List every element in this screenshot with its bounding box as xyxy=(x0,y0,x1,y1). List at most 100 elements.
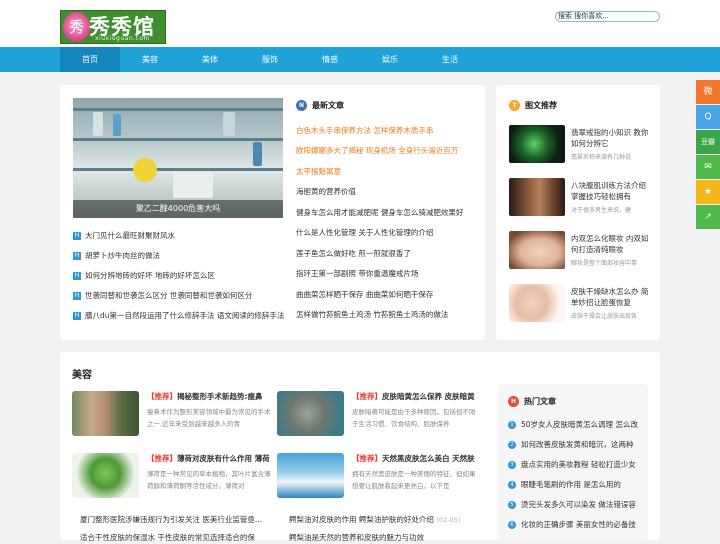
featured-slide[interactable]: 聚乙二醇4000危害大吗 xyxy=(73,98,283,218)
latest-item[interactable]: 怎样做竹荪鲩鱼土鸡汤 竹荪鲩鱼土鸡汤的做法 xyxy=(296,309,486,321)
beauty-link[interactable]: 适合干性皮肤的保湿水 干性皮肤的常见选择适合的保 xyxy=(80,532,270,544)
dry-skin-thumb xyxy=(509,284,565,322)
list-item[interactable]: H 如何分辨地砖的好坏 地砖的好坏怎么区 xyxy=(73,270,293,282)
site-header: 秀 秀秀馆 xiuxiuguan.com 搜索 搜你喜欢... xyxy=(0,0,720,47)
picture-rec-item-title: 皮肤干燥缺水怎么办 简单妙招让脸蛋恢复 xyxy=(571,287,649,307)
picture-rec-title: T 图文推荐 xyxy=(509,100,557,111)
article-date: (02-05) xyxy=(436,516,461,524)
nav-item-life[interactable]: 生活 xyxy=(420,47,480,72)
shelf-line xyxy=(73,108,283,111)
nav-item-home[interactable]: 首页 xyxy=(60,47,120,72)
picture-rec-item-desc: 皮肤干燥会让皮肤出现各 xyxy=(571,313,638,320)
beauty-article[interactable]: 【推荐】薄荷对皮肤有什么作用 薄荷 薄荷是一种常见的草本植物，其叶片富含薄荷醇和… xyxy=(72,453,277,503)
beauty-article-desc: 瘦鼻术作为整形美容领域中最为常见的手术之一,近年来受到越来越多人的青 xyxy=(147,408,271,428)
logo-domain: xiuxiuguan.com xyxy=(95,35,150,42)
nav-item-entertainment[interactable]: 娱乐 xyxy=(360,47,420,72)
nav-item-fashion[interactable]: 服饰 xyxy=(240,47,300,72)
site-logo[interactable]: 秀 秀秀馆 xiuxiuguan.com xyxy=(60,10,166,44)
yellow-ball xyxy=(133,158,157,182)
hot-item[interactable]: 5 烫完头发多久可以染发 做法错误容 xyxy=(508,499,648,511)
latest-item[interactable]: 莲子鱼怎么做好吃 煎一煎就很香了 xyxy=(296,248,486,260)
latest-item[interactable]: 健身车怎么用才能减肥呢 健身车怎么骑减肥效果好 xyxy=(296,207,486,219)
wechat-icon[interactable]: ✉ xyxy=(696,155,720,179)
beauty-article-title: 【推荐】天然黑皮肤怎么美白 天然肤 xyxy=(352,454,475,463)
container-shape xyxy=(173,172,213,198)
hot-item[interactable]: 3 盘点实用的美妆教程 轻松打造少女 xyxy=(508,459,648,471)
nav-item-beauty[interactable]: 美容 xyxy=(120,47,180,72)
rank-badge: 1 xyxy=(508,421,516,429)
beauty-article-title: 【推荐】皮肤暗黄怎么保养 皮肤暗黄 xyxy=(352,392,475,401)
beauty-link[interactable]: 鳄梨油对皮肤的作用 鳄梨油护肤的好处介绍 (02-05) xyxy=(289,514,479,526)
hot-item[interactable]: 4 眼睫毛笔刷的作用 是怎么用的 xyxy=(508,479,648,491)
main-nav: 首页 美容 美体 服饰 情感 娱乐 生活 xyxy=(0,47,720,72)
hot-item[interactable]: 6 化妆的正确步骤 美丽女性的必备技 xyxy=(508,519,648,531)
picture-rec-item-title: 翡翠戒指的小知识 教你如何分辨它 xyxy=(571,128,649,148)
beauty-article-desc: 拥有天然黑皮肤是一种美丽的特征，但如果想要让肌肤看起来更亮白，以下是 xyxy=(352,470,476,490)
qq-icon[interactable]: Q xyxy=(696,105,720,129)
list-item[interactable]: H 大门见什么最旺财聚财风水 xyxy=(73,230,293,242)
latest-item[interactable]: 太平猴魁寓意 xyxy=(296,166,486,178)
rank-badge: 2 xyxy=(508,441,516,449)
mint-thumb xyxy=(72,453,139,498)
picture-rec-item-title: 八块腹肌训练方法介绍 掌握技巧轻松拥有 xyxy=(571,181,646,201)
slide-caption: 聚乙二醇4000危害大吗 xyxy=(73,200,283,218)
hot-item[interactable]: 2 如何改善皮肤发黄和暗沉，这两种 xyxy=(508,439,648,451)
hot-item[interactable]: 1 50岁女人皮肤暗黄怎么调理 怎么改 xyxy=(508,419,648,431)
beauty-article[interactable]: 【推荐】皮肤暗黄怎么保养 皮肤暗黄 皮肤暗黄可能是由于多种原因，包括但不限于生活… xyxy=(277,391,482,441)
bottle-shape xyxy=(93,112,103,136)
list-item[interactable]: H 胡萝卜炒牛肉丝的做法 xyxy=(73,250,293,262)
beauty-article-title: 【推荐】薄荷对皮肤有什么作用 薄荷 xyxy=(147,454,270,463)
latest-item[interactable]: 什么是人性化管理 关于人性化管理的介绍 xyxy=(296,227,486,239)
rank-badge: 3 xyxy=(508,461,516,469)
list-item[interactable]: H 世袭同替和世袭怎么区分 世袭同替和世袭如何区分 xyxy=(73,290,293,302)
latest-item[interactable]: 曲曲菜怎样晒干保存 曲曲菜如何晒干保存 xyxy=(296,289,486,301)
flower-icon: 秀 xyxy=(63,12,90,42)
beauty-link[interactable]: 厦门整形医院涉嫌违规行为引发关注 医美行业监管亟... xyxy=(80,514,270,526)
picture-rec-item-desc: 对于很多男生来说，健 xyxy=(571,207,632,214)
picture-rec-item-desc: 眼妆是整个面部妆容中靠 xyxy=(571,260,638,267)
shelf-line xyxy=(73,168,283,171)
beauty-link[interactable]: 鳄梨油是天然的营养和皮肤的魅力与功效 xyxy=(289,532,479,544)
jade-ring-thumb xyxy=(509,125,565,163)
h-icon: H xyxy=(73,292,81,300)
abs-thumb xyxy=(509,178,565,216)
beauty-article-desc: 薄荷是一种常见的草本植物，其叶片富含薄荷醇和薄荷酮等活性成分。薄荷对 xyxy=(147,470,271,490)
h-icon: H xyxy=(73,312,81,320)
weibo-icon[interactable]: 微 xyxy=(696,80,720,104)
list-item[interactable]: H 膳八du第一自然段运用了什么修辞手法 语文阅读的修辞手法 xyxy=(73,310,293,322)
latest-item[interactable]: 欧阳娜娜多大了揭秘 现身机场 全身行头逼近百万 xyxy=(296,145,486,157)
picture-rec-item[interactable]: 翡翠戒指的小知识 教你如何分辨它 翡翠名称来源有几种说 xyxy=(509,125,649,170)
h-circle-icon: H xyxy=(508,396,519,407)
rank-badge: 6 xyxy=(508,521,516,529)
beauty-title: 美容 xyxy=(72,370,92,381)
picture-rec-item[interactable]: 皮肤干燥缺水怎么办 简单妙招让脸蛋恢复 皮肤干燥会让皮肤出现各 xyxy=(509,284,649,329)
douban-icon[interactable]: 豆瓣 xyxy=(696,130,720,154)
beauty-article[interactable]: 【推荐】揭秘整形手术新趋势:瘦鼻 瘦鼻术作为整形美容领域中最为常见的手术之一,近… xyxy=(72,391,277,441)
latest-item[interactable]: 白色木头手串保养方法 怎样保养木质手串 xyxy=(296,125,486,137)
picture-rec-item[interactable]: 八块腹肌训练方法介绍 掌握技巧轻松拥有 对于很多男生来说，健 xyxy=(509,178,649,223)
eye-makeup-thumb xyxy=(509,231,565,269)
h-icon: H xyxy=(73,232,81,240)
nav-item-emotion[interactable]: 情感 xyxy=(300,47,360,72)
latest-title: N 最新文章 xyxy=(296,100,344,111)
favorite-icon[interactable]: ★ xyxy=(696,180,720,204)
bottle-shape xyxy=(253,142,262,166)
hot-title: H 热门文章 xyxy=(508,396,556,407)
shelf-line xyxy=(73,138,283,141)
mask-face-thumb xyxy=(277,391,344,436)
beauty-article[interactable]: 【推荐】天然黑皮肤怎么美白 天然肤 拥有天然黑皮肤是一种美丽的特征，但如果想要让… xyxy=(277,453,482,503)
rank-badge: 4 xyxy=(508,481,516,489)
rank-badge: 5 xyxy=(508,501,516,509)
news-icon: N xyxy=(296,100,307,111)
picture-rec-item-desc: 翡翠名称来源有几种说 xyxy=(571,154,632,161)
beauty-article-desc: 皮肤暗黄可能是由于多种原因，包括但不限于生活习惯、饮食结构、肌肤保养 xyxy=(352,408,476,428)
t-icon: T xyxy=(509,100,520,111)
picture-rec-item[interactable]: 内双怎么化眼妆 内双如何打造清纯眼妆 眼妆是整个面部妆容中靠 xyxy=(509,231,649,276)
h-icon: H xyxy=(73,272,81,280)
search-input[interactable]: 搜索 搜你喜欢... xyxy=(555,11,660,22)
h-icon: H xyxy=(73,252,81,260)
nav-item-body[interactable]: 美体 xyxy=(180,47,240,72)
latest-item[interactable]: 海胆黄的营养价值 xyxy=(296,186,486,198)
latest-item[interactable]: 指环王第一部剧照 带你重温魔戒片场 xyxy=(296,268,486,280)
share-icon[interactable]: ↗ xyxy=(696,205,720,229)
